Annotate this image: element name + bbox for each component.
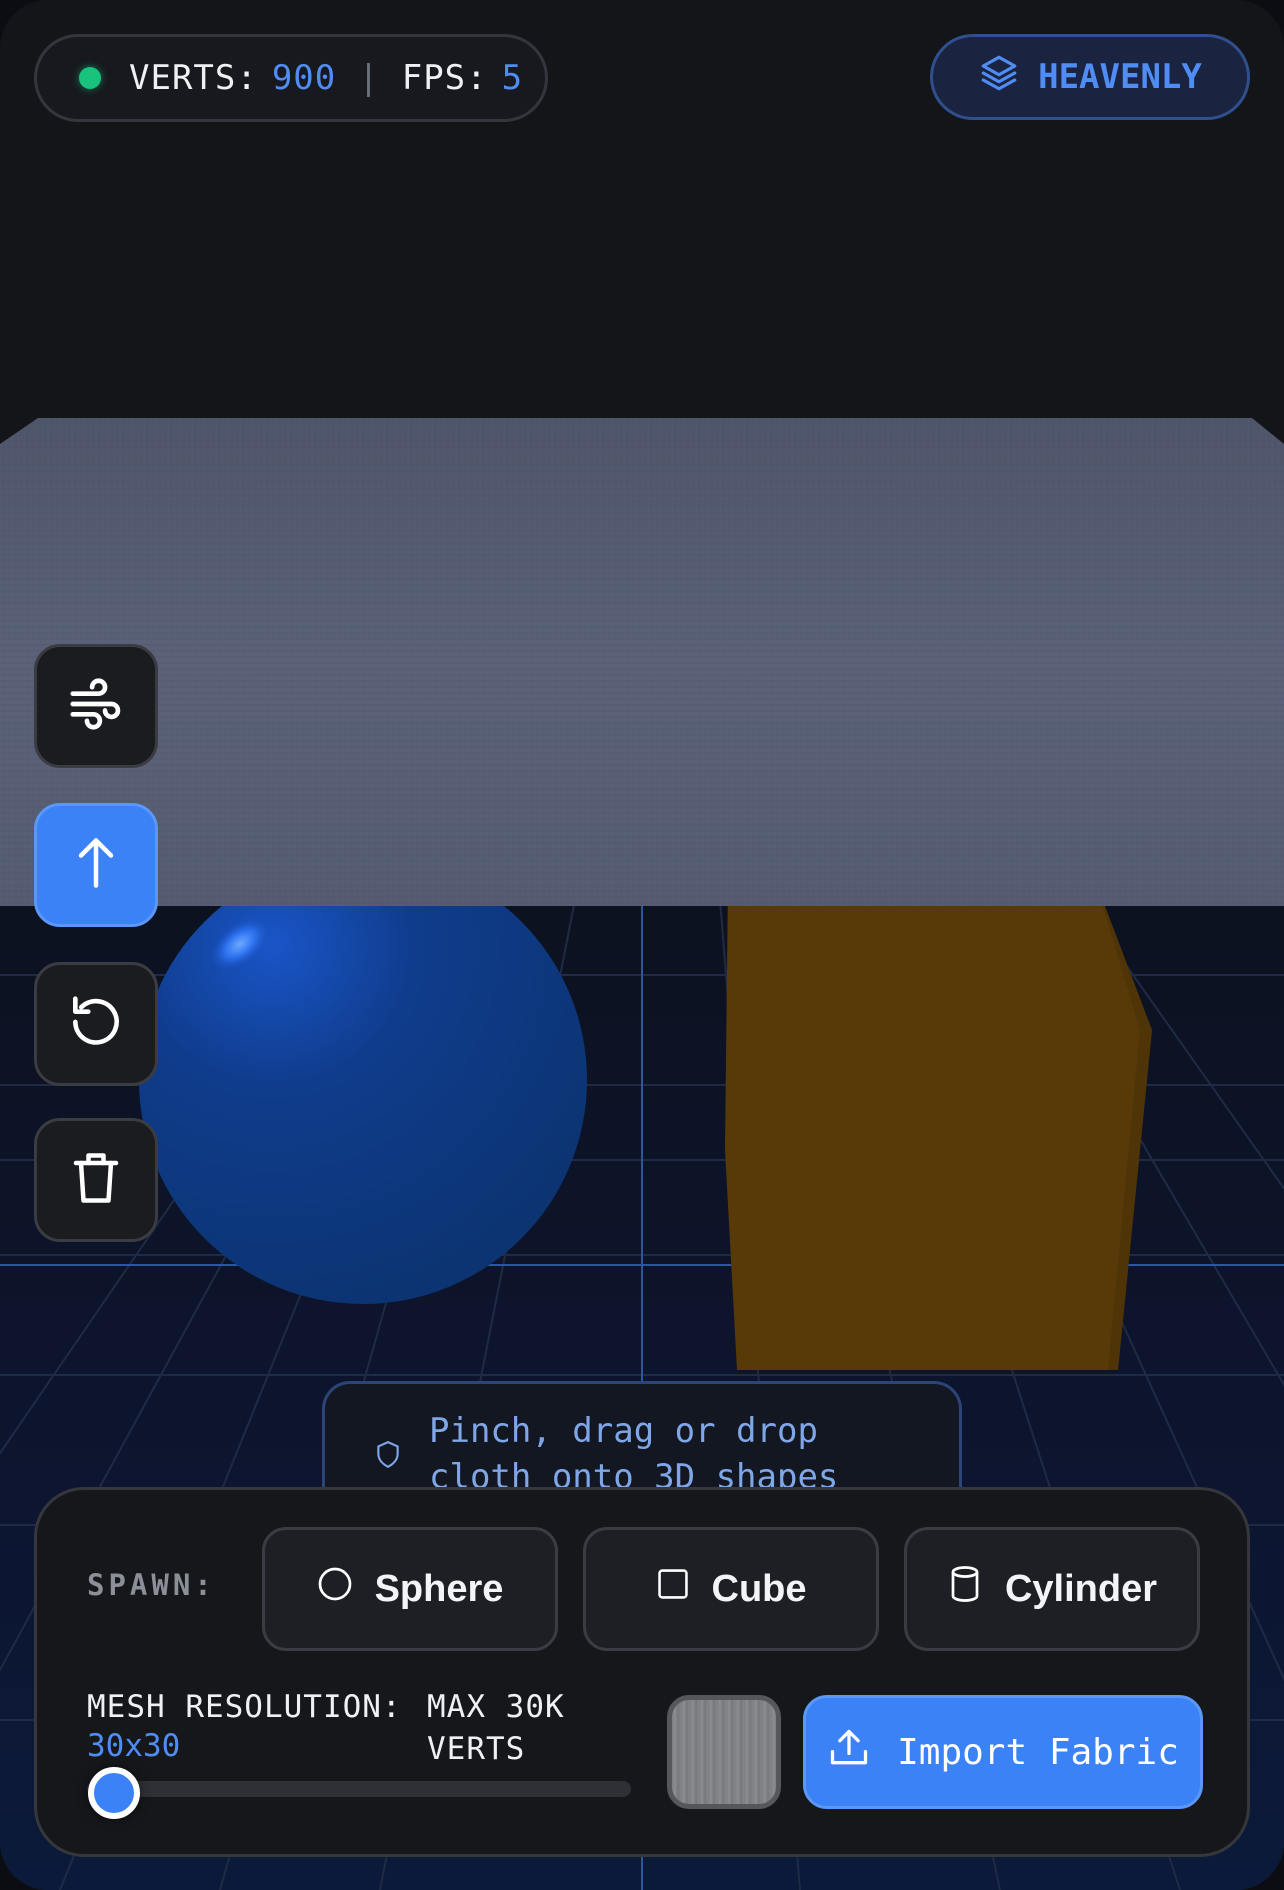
rotate-ccw-icon <box>65 991 127 1057</box>
verts-value: 900 <box>271 58 337 98</box>
resolution-value: 30x30 <box>87 1728 181 1764</box>
spawn-cube-label: Cube <box>711 1567 807 1610</box>
fabric-preset-button[interactable]: HEAVENLY <box>930 34 1250 120</box>
wind-icon <box>65 673 127 739</box>
trash-icon <box>66 1148 126 1212</box>
spawn-cube-button[interactable]: Cube <box>583 1527 879 1651</box>
fps-label: FPS: <box>401 58 488 98</box>
resolution-limit: MAX 30K VERTS <box>427 1689 565 1767</box>
wind-tool-button[interactable] <box>34 644 158 768</box>
verts-label: VERTS: <box>129 58 258 98</box>
control-panel: SPAWN: Sphere Cube Cylinder MESH RESOLUT… <box>34 1487 1250 1857</box>
fps-value: 5 <box>501 58 524 98</box>
spawn-cylinder-label: Cylinder <box>1004 1567 1158 1610</box>
app-window: VERTS: 900 | FPS: 5 HEAVENLY Pinch, drag… <box>0 0 1284 1890</box>
spawn-label: SPAWN: <box>87 1568 216 1602</box>
sphere-object[interactable] <box>139 856 587 1304</box>
shield-icon <box>375 1440 401 1474</box>
import-fabric-button[interactable]: Import Fabric <box>803 1695 1203 1809</box>
cube-object[interactable] <box>725 880 1152 1370</box>
resolution-label: MESH RESOLUTION: <box>87 1689 402 1725</box>
reset-tool-button[interactable] <box>34 962 158 1086</box>
spawn-sphere-button[interactable]: Sphere <box>262 1527 558 1651</box>
layers-icon <box>978 52 1020 103</box>
resolution-slider-thumb[interactable] <box>88 1767 141 1819</box>
preset-label: HEAVENLY <box>1038 57 1202 97</box>
spawn-sphere-label: Sphere <box>374 1567 504 1610</box>
cloth-sheet[interactable] <box>0 418 1284 906</box>
status-dot <box>79 67 101 89</box>
hint-bubble: Pinch, drag or drop cloth onto 3D shapes <box>322 1381 962 1501</box>
stats-pill: VERTS: 900 | FPS: 5 <box>34 34 548 122</box>
spawn-cylinder-button[interactable]: Cylinder <box>904 1527 1200 1651</box>
circle-icon <box>317 1566 353 1612</box>
import-fabric-label: Import Fabric <box>897 1731 1179 1773</box>
lift-tool-button[interactable] <box>34 803 158 927</box>
square-icon <box>656 1567 690 1611</box>
fabric-swatch[interactable] <box>667 1695 781 1809</box>
resolution-slider-track[interactable] <box>87 1781 631 1797</box>
cylinder-icon <box>947 1564 983 1614</box>
arrow-up-icon <box>66 833 126 897</box>
upload-icon <box>827 1726 871 1779</box>
stats-separator: | <box>358 58 380 98</box>
delete-tool-button[interactable] <box>34 1118 158 1242</box>
